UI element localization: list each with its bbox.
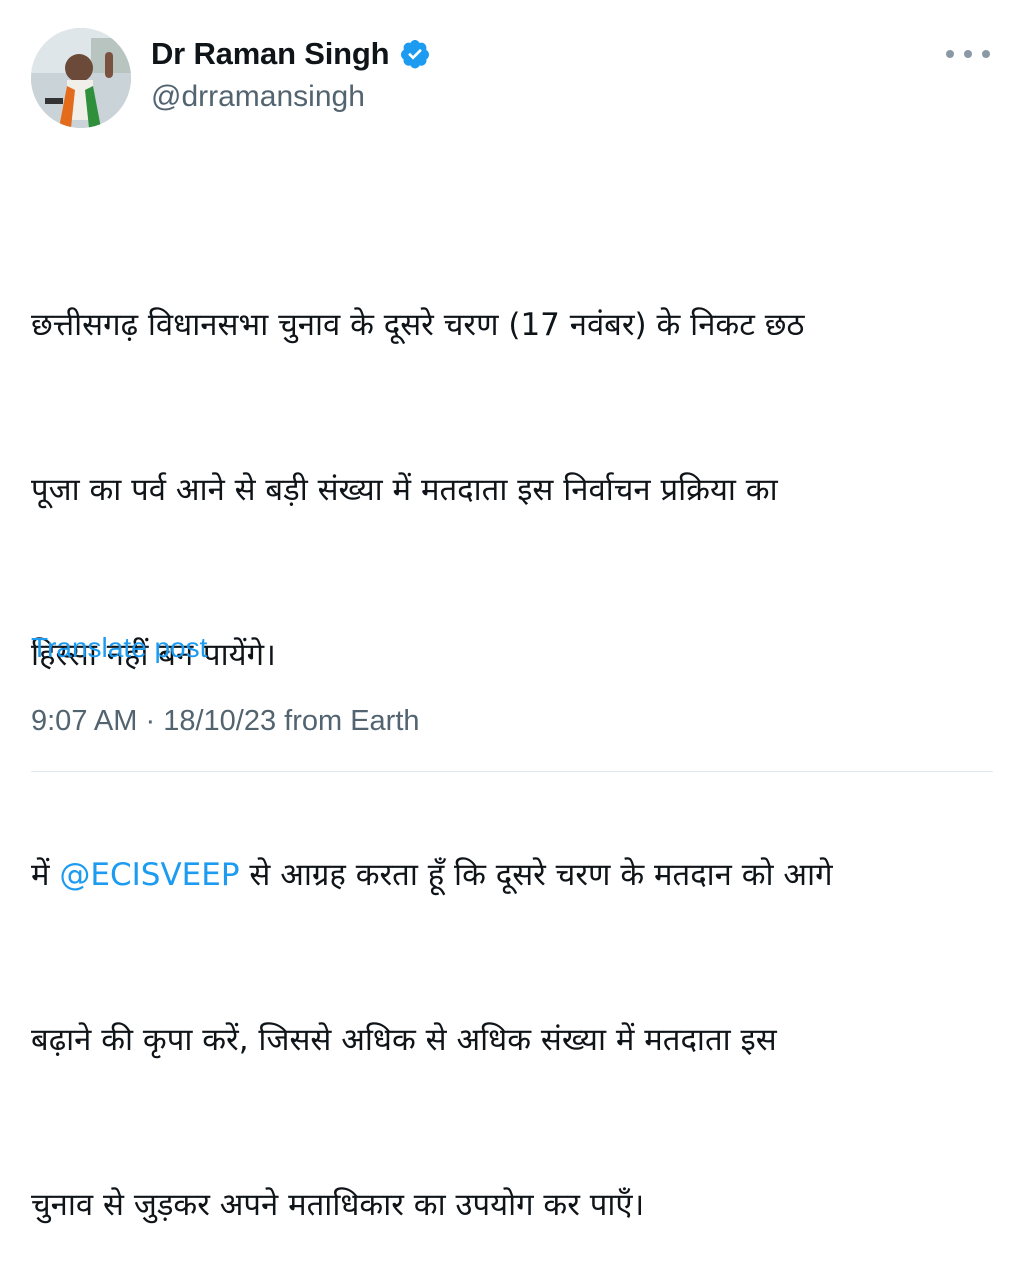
tweet-line: बढ़ाने की कृपा करें, जिससे अधिक से अधिक …: [31, 1022, 777, 1058]
verified-badge-icon[interactable]: [399, 38, 431, 70]
tweet-text: छत्तीसगढ़ विधानसभा चुनाव के दूसरे चरण (1…: [31, 188, 996, 1288]
tweet-line: पूजा का पर्व आने से बड़ी संख्या में मतदा…: [31, 472, 778, 508]
author-name-row: Dr Raman Singh: [151, 36, 431, 72]
more-dot: [946, 50, 954, 58]
more-dot: [982, 50, 990, 58]
author-handle[interactable]: @drramansingh: [151, 80, 365, 114]
mention-link[interactable]: @ECISVEEP: [59, 857, 239, 893]
avatar[interactable]: [31, 28, 131, 128]
tweet-line: चुनाव से जुड़कर अपने मताधिकार का उपयोग क…: [31, 1187, 645, 1223]
more-options-icon[interactable]: [944, 38, 992, 70]
tweet-text-fragment: से आग्रह करता हूँ कि दूसरे चरण के मतदान …: [239, 857, 833, 893]
tweet-line: में @ECISVEEP से आग्रह करता हूँ कि दूसरे…: [31, 848, 996, 903]
post-date[interactable]: 18/10/23: [163, 705, 276, 737]
display-name[interactable]: Dr Raman Singh: [151, 36, 390, 72]
post-time[interactable]: 9:07 AM: [31, 705, 137, 737]
more-dot: [964, 50, 972, 58]
divider: [31, 771, 993, 772]
post-source: from Earth: [276, 705, 420, 737]
post-metadata: 9:07 AM · 18/10/23 from Earth: [31, 705, 420, 738]
tweet-text-fragment: में: [31, 857, 60, 893]
translate-post-link[interactable]: Translate post: [31, 632, 207, 664]
profile-photo: [31, 28, 131, 128]
meta-separator: ·: [137, 705, 164, 737]
tweet-line: छत्तीसगढ़ विधानसभा चुनाव के दूसरे चरण (1…: [31, 307, 805, 343]
